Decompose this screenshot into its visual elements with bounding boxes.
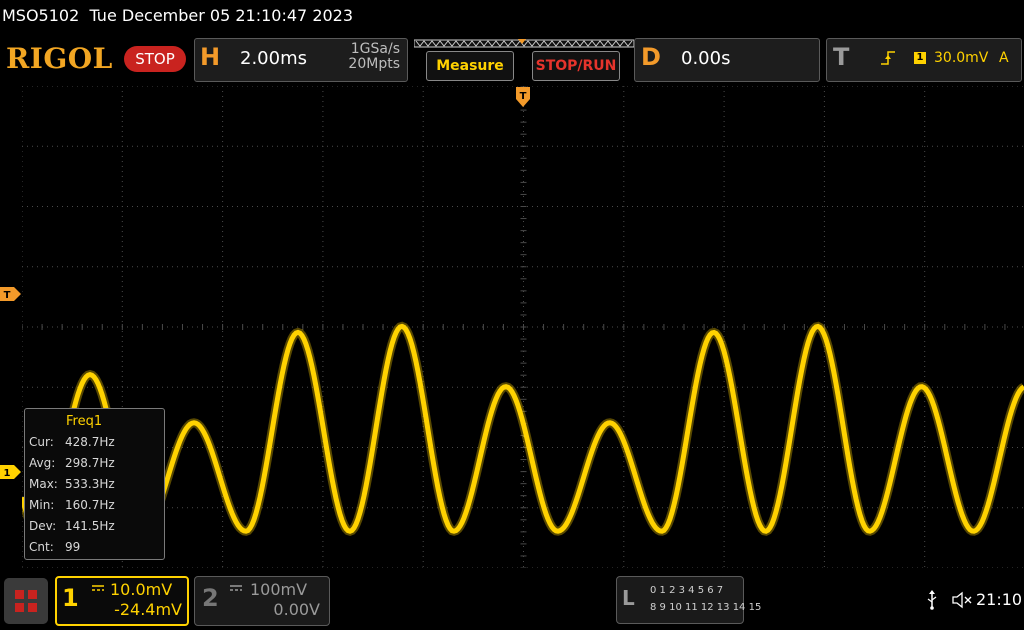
measurement-value: 99 — [65, 540, 81, 554]
logic-channels-row1: 0 1 2 3 4 5 6 7 — [650, 585, 724, 596]
ch1-scale: 10.0mV — [110, 580, 173, 599]
usb-icon — [927, 590, 937, 610]
measure-button[interactable]: Measure — [426, 51, 514, 81]
ch2-offset: 0.00V — [273, 600, 320, 619]
delay-value: 0.00s — [681, 48, 731, 69]
measurement-label: Min: — [29, 498, 55, 512]
measurement-value: 141.5Hz — [65, 519, 115, 533]
speaker-muted-icon[interactable] — [952, 591, 972, 609]
delay-letter: D — [641, 43, 661, 71]
trigger-level-label: T — [4, 290, 11, 301]
ch1-waveform — [22, 323, 1024, 534]
dc-coupling-icon — [92, 585, 104, 591]
measurement-label: Max: — [29, 477, 58, 491]
main-menu-button[interactable] — [4, 578, 48, 624]
run-state-badge: STOP — [124, 46, 186, 72]
ch1-offset: -24.4mV — [114, 600, 182, 619]
logic-channels-row2: 8 9 10 11 12 13 14 15 — [650, 602, 762, 613]
timebase-value: 2.00ms — [240, 48, 307, 69]
ch2-scale: 100mV — [250, 580, 308, 599]
measurement-value: 533.3Hz — [65, 477, 115, 491]
trigger-position-label: T — [520, 91, 527, 102]
measurement-value: 160.7Hz — [65, 498, 115, 512]
stop-run-button[interactable]: STOP/RUN — [532, 51, 620, 81]
trigger-level-value: 30.0mV — [934, 50, 989, 66]
trigger-level-marker[interactable]: T — [0, 287, 22, 301]
memory-position-bar — [414, 39, 634, 48]
trigger-mode: A — [999, 50, 1009, 66]
logic-analyzer-panel[interactable] — [616, 576, 744, 624]
ch1-number: 1 — [62, 584, 79, 612]
ch2-number: 2 — [202, 584, 219, 612]
acquisition-info: 1GSa/s 20Mpts — [330, 42, 400, 72]
ch1-ground-marker[interactable]: 1 — [0, 465, 22, 479]
trigger-letter: T — [833, 43, 850, 71]
trigger-position-marker[interactable]: T — [516, 87, 530, 109]
logic-letter: L — [622, 586, 635, 610]
measurement-label: Dev: — [29, 519, 57, 533]
datetime: Tue December 05 21:10:47 2023 — [89, 6, 354, 25]
waveform-display[interactable] — [22, 86, 1024, 568]
measurement-label: Cnt: — [29, 540, 54, 554]
trigger-source-badge: 1 — [914, 52, 926, 64]
measurement-value: 428.7Hz — [65, 435, 115, 449]
rising-edge-icon — [881, 51, 895, 65]
sample-rate: 1GSa/s — [350, 41, 400, 57]
title-bar: MSO5102 Tue December 05 21:10:47 2023 — [0, 0, 1024, 34]
measurement-value: 298.7Hz — [65, 456, 115, 470]
clock: 21:10 — [976, 590, 1023, 609]
memory-depth: 20Mpts — [348, 56, 400, 72]
ch1-trace — [22, 321, 1024, 536]
horizontal-letter: H — [200, 43, 221, 71]
model-name: MSO5102 — [2, 6, 80, 25]
graticule — [22, 86, 1024, 568]
measurement-label: Avg: — [29, 456, 56, 470]
ch1-ground-label: 1 — [4, 468, 11, 479]
measurement-label: Cur: — [29, 435, 54, 449]
rigol-logo: RIGOL — [6, 42, 113, 75]
dc-coupling-icon — [230, 585, 242, 591]
measurement-title: Freq1 — [66, 414, 103, 429]
